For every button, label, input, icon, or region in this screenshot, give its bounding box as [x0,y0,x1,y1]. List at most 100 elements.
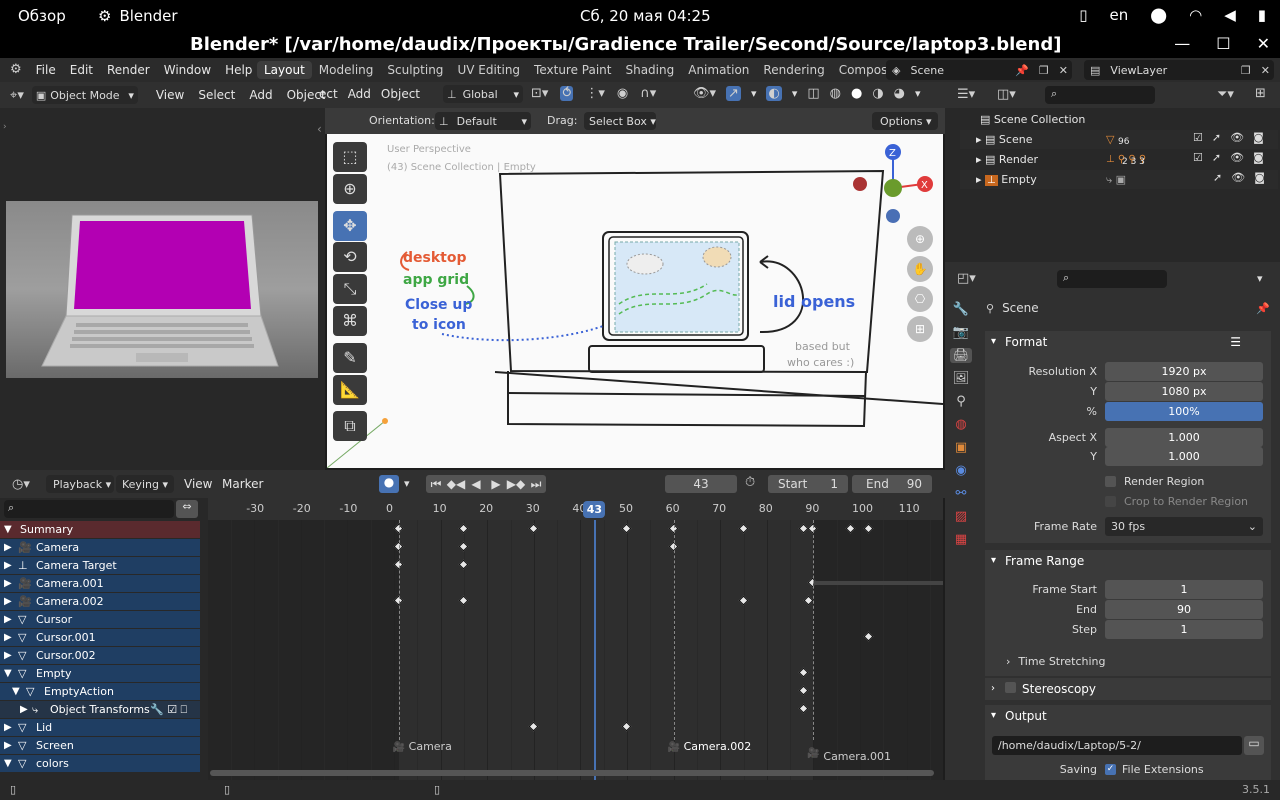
ortho-grid-icon[interactable]: ⊞ [907,316,933,342]
expand-toolbar-icon[interactable]: › [3,122,7,132]
falloff-icon[interactable]: ∩▾ [640,86,656,101]
expand-arrow-icon[interactable]: ▼ [4,755,12,772]
new-collection-icon[interactable]: ⊞ [1255,86,1266,101]
outliner-search-input[interactable]: ⌕ [1045,86,1155,104]
expand-arrow-icon[interactable]: ▸ [976,133,985,146]
menu-window[interactable]: Window [164,63,211,77]
eye-icon[interactable]: 👁 [1230,131,1244,144]
expand-arrow-icon[interactable]: ▶ [4,629,12,646]
expand-arrow-icon[interactable]: ▼ [4,665,12,682]
new-scene-icon[interactable]: ❐ [1039,64,1049,77]
keyframe[interactable] [621,523,632,534]
play-reverse-icon[interactable]: ◀ [466,477,486,491]
outliner-root[interactable]: ▤ Scene Collection [960,110,1278,129]
physics-tab-icon[interactable]: ◉ [955,463,966,478]
tab-animation[interactable]: Animation [681,61,756,79]
channel-row[interactable]: ▶ ▽ Lid [0,719,200,736]
menu-add[interactable]: Add [249,88,272,102]
chevron-down-icon[interactable]: ▾ [792,87,798,100]
material-shading-icon[interactable]: ◑ [872,86,883,101]
tab-uv-editing[interactable]: UV Editing [450,61,527,79]
render-camera-icon[interactable]: ◙ [1254,171,1265,184]
keyframe[interactable] [458,541,469,552]
aspect-y-field[interactable]: 1.000 [1105,447,1263,466]
render-tab-icon[interactable]: 📷 [953,325,969,340]
wireframe-shading-icon[interactable]: ◍ [830,86,841,101]
resolution-y-field[interactable]: 1080 px [1105,382,1263,401]
channel-search-input[interactable]: ⌕ [4,500,174,518]
select-box-tool-icon[interactable]: ⬚ [333,142,367,172]
folder-icon[interactable]: ▭ [1244,736,1264,755]
channel-row[interactable]: ▶ 🎥 Camera [0,539,200,556]
keyframe[interactable] [458,523,469,534]
texture-tab-icon[interactable]: ▦ [955,532,967,547]
expand-arrow-icon[interactable]: ▶ [4,611,12,628]
camera-view[interactable]: › [0,108,325,470]
proportional-edit-icon[interactable]: ◉ [617,86,628,101]
world-tab-icon[interactable]: ◍ [955,417,966,432]
drag-dropdown[interactable]: Select Box ▾ [584,112,656,130]
frame-step-field[interactable]: 1 [1105,620,1263,639]
channel-row[interactable]: ▶ 🎥 Camera.001 [0,575,200,592]
expand-arrow-icon[interactable]: ▶ [4,593,12,610]
channel-row[interactable]: ▼ Summary [0,521,200,538]
cursor-tool-icon[interactable]: ⊕ [333,174,367,204]
move-tool-icon[interactable]: ✥ [333,211,367,241]
channel-toggle-icons[interactable]: 🔧 ☑ ⎕ [150,701,187,718]
end-frame-field[interactable]: End 90 [852,475,932,493]
navigation-gizmo[interactable]: Z X [851,144,941,234]
tab-layout[interactable]: Layout [257,61,312,79]
output-path-input[interactable]: /home/daudix/Laptop/5-2/ [992,736,1242,755]
filter-icon[interactable]: ⏷▾ [1217,87,1234,102]
file-extensions-checkbox[interactable]: ✓ File Extensions [1105,763,1204,776]
channel-row[interactable]: ▶ ▽ Cursor.001 [0,629,200,646]
menu-render[interactable]: Render [107,63,150,77]
menu-object-2[interactable]: Object [381,87,420,101]
tab-sculpting[interactable]: Sculpting [380,61,450,79]
next-keyframe-icon[interactable]: ▶◆ [506,477,526,491]
panel-output-header[interactable]: ▾ Output [985,705,1271,727]
presets-icon[interactable]: ☰ [1230,331,1241,353]
measure-tool-icon[interactable]: 📐 [333,375,367,405]
keyframe[interactable] [798,703,809,714]
expand-arrow-icon[interactable]: ▶ [4,557,12,574]
keyframe[interactable] [621,721,632,732]
marker-camera-icon[interactable]: 🎥 [668,742,680,753]
collapse-left-icon[interactable]: ‹ [317,122,322,136]
keyframe[interactable] [738,523,748,534]
keyframe[interactable] [528,721,539,732]
zoom-icon[interactable]: ⊕ [907,226,933,252]
menu-edit[interactable]: Edit [70,63,93,77]
menu-view[interactable]: View [184,477,212,491]
frame-end-field[interactable]: 90 [1105,600,1263,619]
select-arrow-icon[interactable]: ➚ [1212,151,1221,164]
frame-rate-dropdown[interactable]: 30 fps ⌄ [1105,517,1263,536]
tool-tab-icon[interactable]: 🔧 [953,302,969,317]
eye-icon[interactable]: 👁 [1230,151,1244,164]
clipboard-icon[interactable]: ▯ [1079,6,1087,24]
blender-logo-icon[interactable]: ⚙ [10,62,22,77]
expand-arrow-icon[interactable]: ▸ [976,173,985,186]
keyframe-area[interactable]: -30 -20 -10 0 10 20 30 40 50 60 70 80 90 100 110 43 🎥 Ca… [208,498,943,780]
properties-editor-icon[interactable]: ◰▾ [957,271,976,286]
marker-camera-icon[interactable]: 🎥 [393,742,405,753]
chevron-down-icon[interactable]: ▾ [915,87,921,100]
playback-dropdown[interactable]: Playback ▾ [46,475,114,493]
expand-arrow-icon[interactable]: ▶ [4,737,12,754]
tab-modeling[interactable]: Modeling [312,61,381,79]
resolution-x-field[interactable]: 1920 px [1105,362,1263,381]
activities-button[interactable]: Обзор [18,7,66,25]
menu-help[interactable]: Help [225,63,252,77]
channel-row[interactable]: ▶ ⤷ Object Transforms 🔧 ☑ ⎕ [0,701,200,718]
chevron-down-icon[interactable]: ▾ [1257,272,1263,285]
frame-start-field[interactable]: 1 [1105,580,1263,599]
minimize-icon[interactable]: — [1174,34,1190,53]
xray-icon[interactable]: ◫ [807,86,819,101]
tab-texture-paint[interactable]: Texture Paint [527,61,618,79]
aspect-x-field[interactable]: 1.000 [1105,428,1263,447]
menu-file[interactable]: File [36,63,56,77]
resolution-percent-field[interactable]: 100% [1105,402,1263,421]
swap-icon[interactable]: ⇔ [176,500,198,518]
timeline-editor-icon[interactable]: ◷▾ [12,477,30,492]
scale-tool-icon[interactable]: ⤡ [333,274,367,304]
